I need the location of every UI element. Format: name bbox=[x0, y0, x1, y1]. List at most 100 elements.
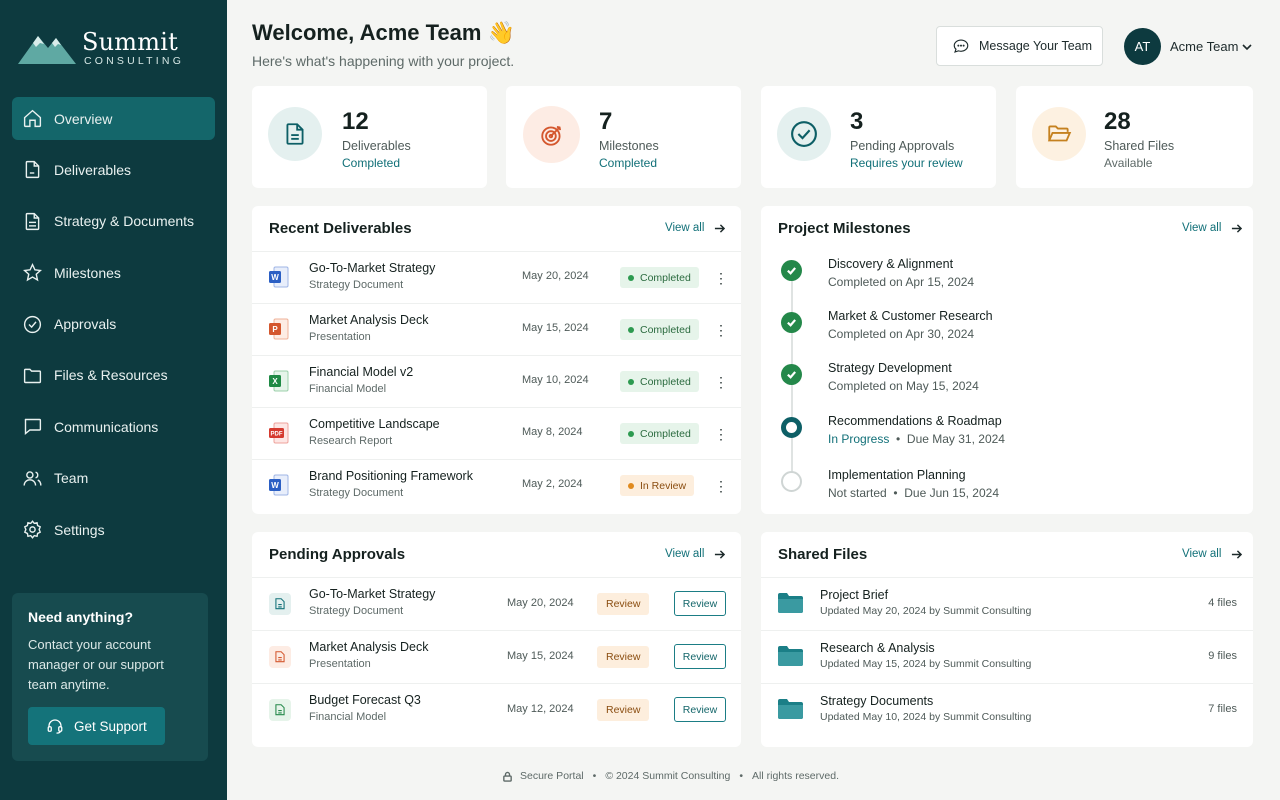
milestone-status: Not started • Due Jun 15, 2024 bbox=[828, 486, 999, 500]
status-label: Completed bbox=[640, 323, 691, 336]
milestone-item[interactable]: Market & Customer Research Completed on … bbox=[761, 309, 1253, 359]
more-options-icon[interactable]: ⋮ bbox=[714, 270, 728, 286]
sidebar-item-label: Approvals bbox=[54, 316, 117, 333]
list-item[interactable]: Project Brief Updated May 20, 2024 by Su… bbox=[761, 577, 1253, 630]
milestone-state: Not started bbox=[828, 486, 887, 500]
not-started-icon bbox=[781, 471, 802, 492]
sidebar-item-overview[interactable]: Overview bbox=[12, 97, 215, 140]
table-row[interactable]: PDF Competitive Landscape Research Repor… bbox=[252, 407, 741, 459]
status-dot bbox=[628, 274, 634, 281]
list-item[interactable]: Research & Analysis Updated May 15, 2024… bbox=[761, 630, 1253, 683]
panel-title: Shared Files bbox=[778, 546, 868, 563]
view-all-label: View all bbox=[665, 222, 705, 234]
sidebar-item-settings[interactable]: Settings bbox=[12, 508, 215, 551]
sidebar-item-communications[interactable]: Communications bbox=[12, 405, 215, 448]
brand-logo[interactable]: Summit CONSULTING bbox=[18, 28, 188, 68]
stat-sub: Requires your review bbox=[850, 156, 963, 170]
view-all-label: View all bbox=[1182, 548, 1222, 560]
view-all-link[interactable]: View all bbox=[1182, 222, 1243, 234]
stat-card-shared-files[interactable]: 28 Shared Files Available bbox=[1016, 86, 1253, 188]
status-label: In Review bbox=[640, 479, 687, 492]
more-options-icon[interactable]: ⋮ bbox=[714, 426, 728, 442]
table-row[interactable]: P Market Analysis Deck Presentation May … bbox=[252, 303, 741, 355]
sidebar-item-approvals[interactable]: Approvals bbox=[12, 303, 215, 346]
project-milestones-panel: Project Milestones View all Discovery & … bbox=[761, 206, 1253, 514]
milestone-status: Completed on May 15, 2024 bbox=[828, 379, 979, 393]
word-file-icon: W bbox=[269, 266, 289, 288]
sidebar-item-strategy-documents[interactable]: Strategy & Documents bbox=[12, 200, 215, 243]
approval-date: May 20, 2024 bbox=[507, 597, 574, 609]
table-row[interactable]: X Financial Model v2 Financial Model May… bbox=[252, 355, 741, 407]
sidebar-item-label: Settings bbox=[54, 521, 105, 538]
stat-value: 7 bbox=[599, 108, 613, 135]
sidebar-item-label: Strategy & Documents bbox=[54, 213, 195, 230]
milestone-title: Implementation Planning bbox=[828, 468, 966, 482]
status-label: Completed bbox=[640, 271, 691, 284]
svg-text:X: X bbox=[272, 377, 278, 386]
folder-icon bbox=[778, 699, 803, 719]
folder-title: Project Brief bbox=[820, 588, 889, 602]
stat-value: 3 bbox=[850, 108, 864, 135]
target-icon bbox=[540, 125, 561, 146]
more-options-icon[interactable]: ⋮ bbox=[714, 322, 728, 338]
table-row[interactable]: Go-To-Market Strategy Strategy Document … bbox=[252, 577, 741, 630]
message-team-button[interactable]: Message Your Team bbox=[936, 26, 1103, 66]
milestone-item[interactable]: Strategy Development Completed on May 15… bbox=[761, 361, 1253, 411]
folder-updated: Updated May 20, 2024 by Summit Consultin… bbox=[820, 605, 1032, 617]
deliverable-date: May 15, 2024 bbox=[522, 322, 589, 334]
status-dot bbox=[628, 326, 634, 333]
approval-title: Budget Forecast Q3 bbox=[309, 693, 421, 707]
view-all-label: View all bbox=[1182, 222, 1222, 234]
table-row[interactable]: W Brand Positioning Framework Strategy D… bbox=[252, 459, 741, 511]
more-options-icon[interactable]: ⋮ bbox=[714, 374, 728, 390]
arrow-right-icon bbox=[715, 549, 726, 559]
table-row[interactable]: Market Analysis Deck Presentation May 15… bbox=[252, 630, 741, 683]
check-circle-icon bbox=[791, 121, 817, 147]
sidebar-item-team[interactable]: Team bbox=[12, 457, 215, 500]
footer-copyright: © 2024 Summit Consulting bbox=[605, 770, 731, 782]
document-icon bbox=[269, 593, 291, 615]
stat-card-pending-approvals[interactable]: 3 Pending Approvals Requires your review bbox=[761, 86, 996, 188]
user-name[interactable]: Acme Team bbox=[1170, 39, 1238, 54]
svg-text:PDF: PDF bbox=[271, 432, 283, 438]
avatar[interactable]: AT bbox=[1124, 28, 1161, 65]
help-card: Need anything? Contact your account mana… bbox=[12, 593, 208, 761]
more-options-icon[interactable]: ⋮ bbox=[714, 478, 728, 494]
status-dot bbox=[628, 378, 634, 385]
in-progress-icon bbox=[781, 417, 802, 438]
stat-card-milestones[interactable]: 7 Milestones Completed bbox=[506, 86, 741, 188]
stat-card-deliverables[interactable]: 12 Deliverables Completed bbox=[252, 86, 487, 188]
sidebar-item-label: Deliverables bbox=[54, 161, 132, 178]
chevron-down-icon[interactable] bbox=[1241, 41, 1253, 53]
review-button[interactable]: Review bbox=[674, 591, 726, 616]
milestone-item[interactable]: Implementation Planning Not started • Du… bbox=[761, 468, 1253, 518]
table-row[interactable]: W Go-To-Market Strategy Strategy Documen… bbox=[252, 251, 741, 303]
deliverable-date: May 8, 2024 bbox=[522, 426, 583, 438]
review-button[interactable]: Review bbox=[674, 644, 726, 669]
chat-bubble-icon bbox=[953, 39, 969, 53]
milestone-item[interactable]: Discovery & Alignment Completed on Apr 1… bbox=[761, 257, 1253, 307]
view-all-link[interactable]: View all bbox=[1182, 548, 1243, 560]
document-icon bbox=[269, 646, 291, 668]
deliverable-date: May 10, 2024 bbox=[522, 374, 589, 386]
sidebar-item-files-resources[interactable]: Files & Resources bbox=[12, 354, 215, 397]
deliverable-date: May 2, 2024 bbox=[522, 478, 583, 490]
chat-icon bbox=[24, 419, 42, 436]
help-title: Need anything? bbox=[28, 609, 134, 625]
footer-separator: • bbox=[739, 770, 744, 782]
milestone-due: Due May 31, 2024 bbox=[906, 432, 1005, 446]
sidebar-item-milestones[interactable]: Milestones bbox=[12, 251, 215, 294]
view-all-link[interactable]: View all bbox=[665, 222, 726, 234]
milestone-item[interactable]: Recommendations & Roadmap In Progress • … bbox=[761, 414, 1253, 464]
sidebar-item-deliverables[interactable]: Deliverables bbox=[12, 148, 215, 191]
stat-label: Deliverables bbox=[342, 139, 411, 153]
review-button[interactable]: Review bbox=[674, 697, 726, 722]
check-icon bbox=[781, 364, 802, 385]
check-icon bbox=[781, 312, 802, 333]
get-support-button[interactable]: Get Support bbox=[28, 707, 165, 745]
table-row[interactable]: Budget Forecast Q3 Financial Model May 1… bbox=[252, 683, 741, 736]
list-item[interactable]: Strategy Documents Updated May 10, 2024 … bbox=[761, 683, 1253, 736]
file-icon bbox=[25, 161, 40, 179]
view-all-link[interactable]: View all bbox=[665, 548, 726, 560]
sidebar-item-label: Overview bbox=[54, 110, 113, 127]
